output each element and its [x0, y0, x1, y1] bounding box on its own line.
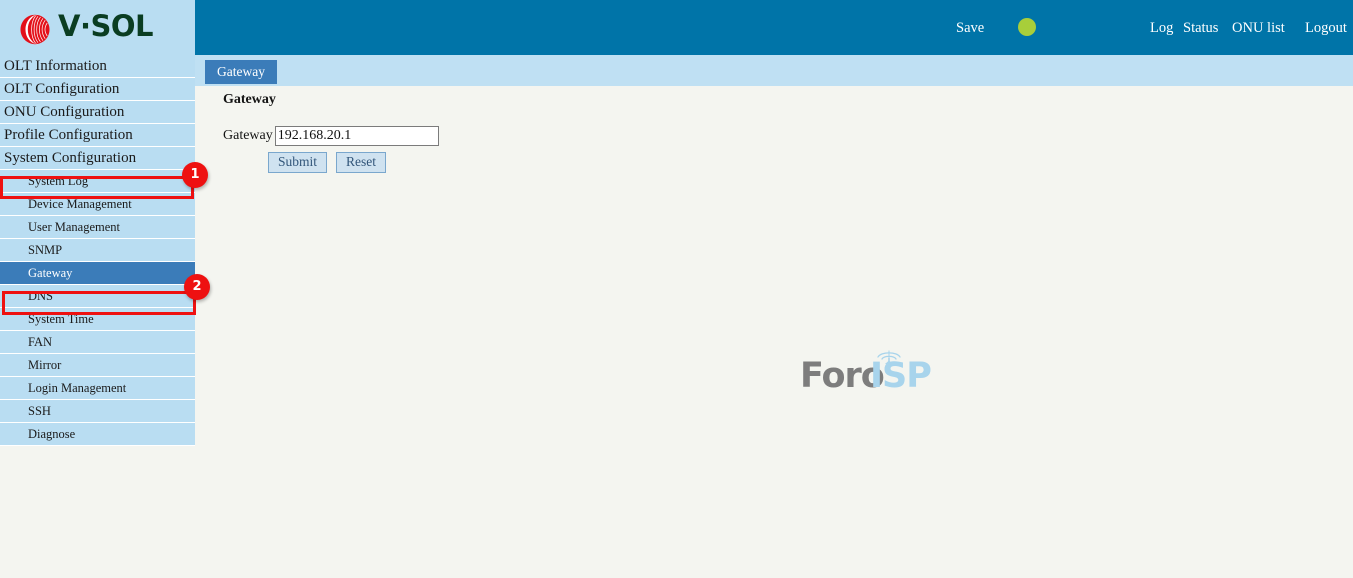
header-bar: Save Log Status ONU list Logout — [195, 0, 1353, 55]
sidebar-item-mirror[interactable]: Mirror — [0, 354, 195, 377]
gateway-field-label: Gateway — [223, 128, 273, 143]
antenna-tower-icon — [877, 350, 901, 370]
tab-bar: Gateway — [195, 55, 1353, 86]
gateway-field-row: Gateway — [223, 126, 439, 146]
sidebar-item-system-log[interactable]: System Log — [0, 170, 195, 193]
sidebar-item-olt-configuration[interactable]: OLT Configuration — [0, 78, 195, 101]
sidebar-item-ssh[interactable]: SSH — [0, 400, 195, 423]
app-header: V·SOL Save Log Status ONU list Logout — [0, 0, 1353, 55]
vsol-logo-icon — [20, 14, 50, 45]
tab-gateway[interactable]: Gateway — [205, 60, 277, 84]
watermark-text-isp: ISP — [870, 356, 932, 396]
sidebar-item-device-management[interactable]: Device Management — [0, 193, 195, 216]
sidebar-nav: OLT Information OLT Configuration ONU Co… — [0, 55, 195, 578]
logo-panel: V·SOL — [0, 0, 195, 55]
header-link-onu-list[interactable]: ONU list — [1232, 20, 1285, 36]
sidebar-item-user-management[interactable]: User Management — [0, 216, 195, 239]
sidebar-item-dns[interactable]: DNS — [0, 285, 195, 308]
submit-button[interactable]: Submit — [268, 152, 328, 173]
header-link-log[interactable]: Log — [1150, 20, 1173, 36]
header-link-status[interactable]: Status — [1183, 20, 1218, 36]
page-title: Gateway — [223, 92, 276, 107]
save-status-indicator-icon — [1018, 18, 1036, 36]
sidebar-item-onu-configuration[interactable]: ONU Configuration — [0, 101, 195, 124]
save-button[interactable]: Save — [956, 20, 984, 36]
sidebar-item-olt-information[interactable]: OLT Information — [0, 55, 195, 78]
gateway-input[interactable] — [274, 126, 439, 146]
brand-name: V·SOL — [58, 9, 153, 43]
foroisp-watermark: Foro ISP — [800, 348, 945, 396]
form-button-row: Submit Reset — [268, 152, 391, 173]
sidebar-item-diagnose[interactable]: Diagnose — [0, 423, 195, 446]
sidebar-item-snmp[interactable]: SNMP — [0, 239, 195, 262]
sidebar-item-system-configuration[interactable]: System Configuration — [0, 147, 195, 170]
content-area: Gateway Gateway Submit Reset Foro ISP — [195, 86, 1353, 578]
sidebar-item-profile-configuration[interactable]: Profile Configuration — [0, 124, 195, 147]
header-link-logout[interactable]: Logout — [1305, 20, 1347, 36]
sidebar-item-system-time[interactable]: System Time — [0, 308, 195, 331]
reset-button[interactable]: Reset — [336, 152, 387, 173]
sidebar-item-fan[interactable]: FAN — [0, 331, 195, 354]
sidebar-item-gateway[interactable]: Gateway — [0, 262, 195, 285]
sidebar-item-login-management[interactable]: Login Management — [0, 377, 195, 400]
watermark-text-foro: Foro — [800, 356, 885, 396]
